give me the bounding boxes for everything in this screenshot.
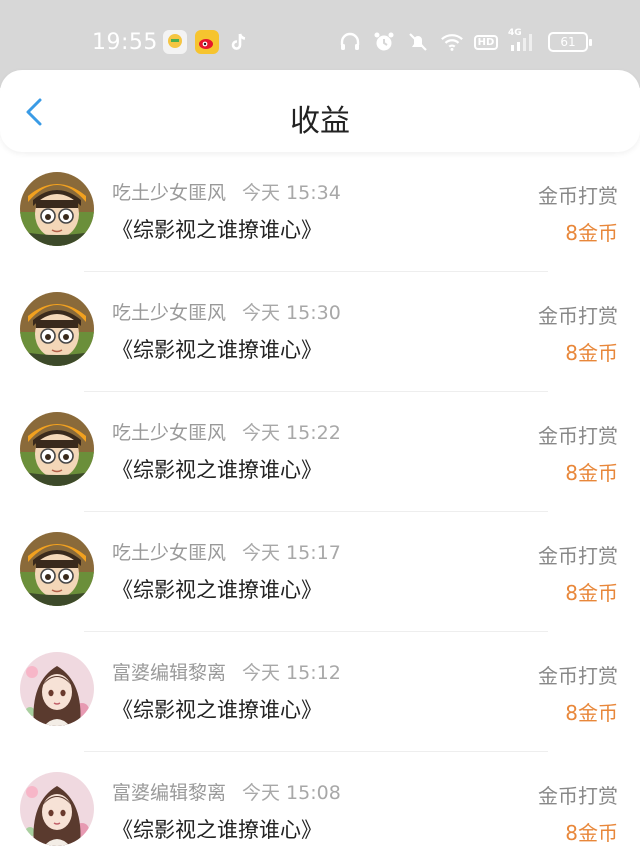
- list-item[interactable]: 富婆编辑黎离 今天 15:08 《综影视之谁撩谁心》 金币打赏 8金币: [0, 752, 640, 861]
- record-time: 今天 15:22: [242, 422, 341, 444]
- book-title[interactable]: 《综影视之谁撩谁心》: [112, 574, 322, 604]
- record-meta: 吃土少女匪风 今天 15:22: [112, 418, 341, 445]
- reward-amount: 8金币: [565, 701, 618, 725]
- record-meta: 吃土少女匪风 今天 15:17: [112, 538, 341, 565]
- alarm-icon: [372, 30, 396, 54]
- record-meta: 富婆编辑黎离 今天 15:08: [112, 778, 341, 805]
- avatar[interactable]: [20, 412, 94, 486]
- cartoon-girl-avatar-icon: [20, 172, 94, 246]
- map-app-icon: [163, 30, 187, 54]
- avatar[interactable]: [20, 532, 94, 606]
- cartoon-girl-avatar-icon: [20, 412, 94, 486]
- reward-type: 金币打赏: [538, 784, 618, 808]
- record-time: 今天 15:08: [242, 782, 341, 804]
- reward-amount: 8金币: [565, 581, 618, 605]
- reward-amount: 8金币: [565, 221, 618, 245]
- cartoon-girl-avatar-icon: [20, 532, 94, 606]
- tiktok-icon: [227, 30, 251, 54]
- hd-label: HD: [473, 34, 499, 50]
- avatar[interactable]: [20, 652, 94, 726]
- book-title[interactable]: 《综影视之谁撩谁心》: [112, 214, 322, 244]
- record-time: 今天 15:30: [242, 302, 341, 324]
- earnings-list[interactable]: 吃土少女匪风 今天 15:34 《综影视之谁撩谁心》 金币打赏 8金币 吃土少女匪…: [0, 152, 640, 861]
- avatar[interactable]: [20, 292, 94, 366]
- wifi-icon: [440, 30, 464, 54]
- record-time: 今天 15:34: [242, 182, 341, 204]
- reward-type: 金币打赏: [538, 544, 618, 568]
- network-label: 4G: [508, 28, 522, 38]
- status-time: 19:55: [92, 30, 158, 55]
- reward-amount: 8金币: [565, 341, 618, 365]
- list-item[interactable]: 吃土少女匪风 今天 15:17 《综影视之谁撩谁心》 金币打赏 8金币: [0, 512, 640, 632]
- reward-type: 金币打赏: [538, 664, 618, 688]
- list-item[interactable]: 吃土少女匪风 今天 15:30 《综影视之谁撩谁心》 金币打赏 8金币: [0, 272, 640, 392]
- book-title[interactable]: 《综影视之谁撩谁心》: [112, 814, 322, 844]
- username[interactable]: 吃土少女匪风: [112, 182, 226, 204]
- reward-type: 金币打赏: [538, 424, 618, 448]
- cartoon-girl-avatar-icon: [20, 292, 94, 366]
- book-title[interactable]: 《综影视之谁撩谁心》: [112, 334, 322, 364]
- list-item[interactable]: 吃土少女匪风 今天 15:34 《综影视之谁撩谁心》 金币打赏 8金币: [0, 152, 640, 272]
- username[interactable]: 富婆编辑黎离: [112, 782, 226, 804]
- avatar[interactable]: [20, 772, 94, 846]
- battery-icon: 61: [548, 32, 592, 52]
- mute-icon: [406, 30, 430, 54]
- page-header: 收益: [0, 70, 640, 152]
- record-meta: 吃土少女匪风 今天 15:30: [112, 298, 341, 325]
- record-meta: 富婆编辑黎离 今天 15:12: [112, 658, 341, 685]
- record-time: 今天 15:12: [242, 662, 341, 684]
- username[interactable]: 吃土少女匪风: [112, 302, 226, 324]
- avatar[interactable]: [20, 172, 94, 246]
- reward-amount: 8金币: [565, 461, 618, 485]
- battery-level: 61: [560, 35, 576, 49]
- anime-lady-avatar-icon: [20, 652, 94, 726]
- status-app-icons: [163, 30, 251, 54]
- anime-lady-avatar-icon: [20, 772, 94, 846]
- reward-type: 金币打赏: [538, 304, 618, 328]
- page-title: 收益: [290, 104, 350, 139]
- list-item[interactable]: 富婆编辑黎离 今天 15:12 《综影视之谁撩谁心》 金币打赏 8金币: [0, 632, 640, 752]
- reward-amount: 8金币: [565, 821, 618, 845]
- book-title[interactable]: 《综影视之谁撩谁心》: [112, 454, 322, 484]
- record-meta: 吃土少女匪风 今天 15:34: [112, 178, 341, 205]
- list-item[interactable]: 吃土少女匪风 今天 15:22 《综影视之谁撩谁心》 金币打赏 8金币: [0, 392, 640, 512]
- headphones-icon: [338, 30, 362, 54]
- record-time: 今天 15:17: [242, 542, 341, 564]
- hd-icon: HD: [473, 30, 499, 54]
- username[interactable]: 吃土少女匪风: [112, 422, 226, 444]
- username[interactable]: 富婆编辑黎离: [112, 662, 226, 684]
- username[interactable]: 吃土少女匪风: [112, 542, 226, 564]
- signal-4g-icon: 4G: [508, 28, 538, 54]
- reward-type: 金币打赏: [538, 184, 618, 208]
- status-indicators: HD 4G 61: [338, 28, 592, 54]
- book-title[interactable]: 《综影视之谁撩谁心》: [112, 694, 322, 724]
- weibo-icon: [195, 30, 219, 54]
